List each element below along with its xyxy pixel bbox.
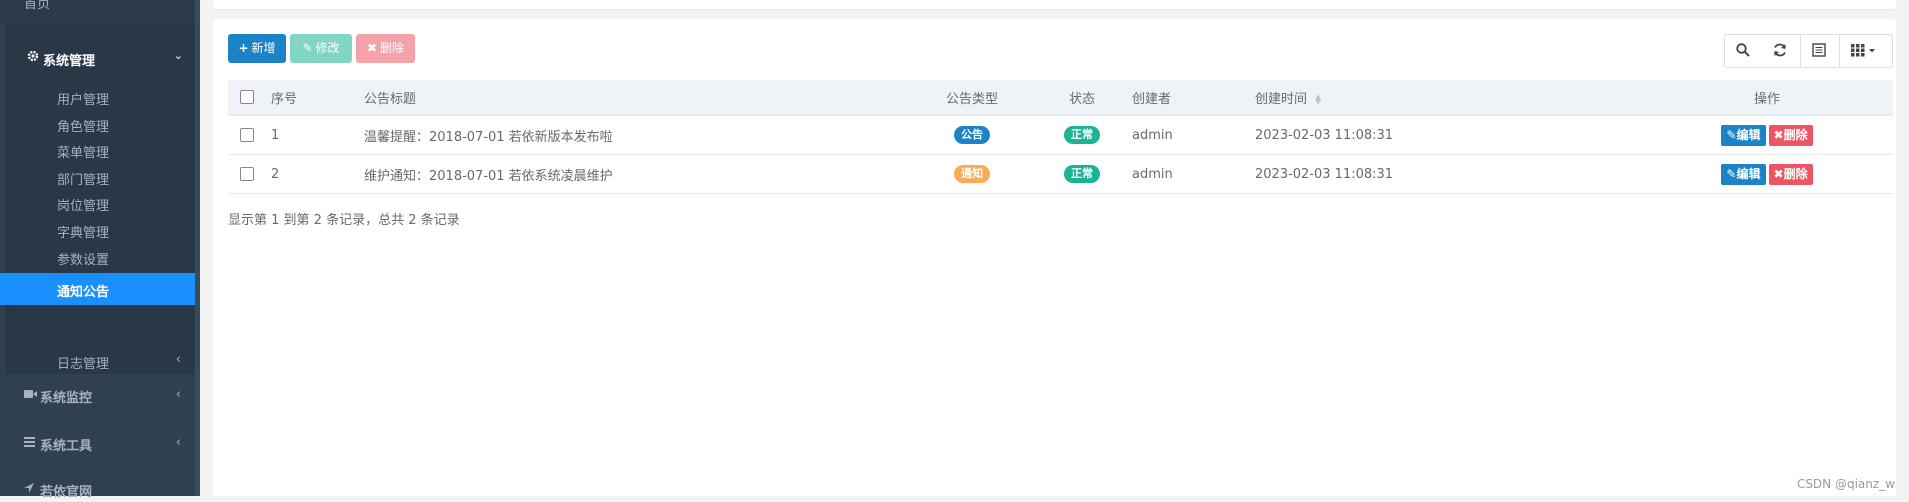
type-badge: 通知 (954, 165, 990, 183)
remove-icon: ✖ (366, 41, 378, 55)
delete-button-label: 删除 (380, 41, 405, 55)
sidebar-item-label: 参数设置 (57, 253, 110, 268)
add-button[interactable]: + 新增 (228, 34, 286, 63)
row-edit-button[interactable]: ✎编辑 (1721, 163, 1766, 185)
row-edit-button[interactable]: ✎编辑 (1721, 124, 1766, 146)
sidebar-item-logs[interactable]: 日志管理 ‹ (5, 345, 195, 373)
sidebar-item-home-label: 首页 (24, 0, 51, 12)
row-checkbox[interactable] (240, 128, 254, 142)
cell-creator: admin (1132, 115, 1255, 155)
notice-table: 序号 公告标题 公告类型 状态 创建者 创建时间 ▲ ▼ 操作 1 温馨提醒：201… (228, 80, 1893, 194)
location-arrow-icon (24, 483, 34, 493)
sidebar: 首页 系统管理 ⌄ 用户管理 角色管理 菜单管理 部门管理 岗位管理 字典管理 … (0, 0, 200, 500)
sidebar-item-system-management[interactable]: 系统管理 ⌄ (5, 46, 195, 70)
cell-index: 2 (271, 154, 364, 194)
sidebar-item-tools[interactable]: 系统工具 ‹ (0, 432, 195, 456)
select-all-checkbox[interactable] (240, 90, 254, 104)
grid-icon (1851, 44, 1875, 57)
row-delete-label: 删除 (1783, 127, 1808, 142)
sidebar-item-label: 部门管理 (57, 173, 110, 188)
cell-title: 温馨提醒：2018-07-01 若依新版本发布啦 (364, 115, 912, 155)
sidebar-item-label: 字典管理 (57, 226, 110, 241)
column-header-created[interactable]: 创建时间 ▲ ▼ (1255, 80, 1641, 116)
cell-created: 2023-02-03 11:08:31 (1255, 154, 1641, 194)
sidebar-item-monitor[interactable]: 系统监控 ‹ (0, 384, 195, 408)
sidebar-item-label: 用户管理 (57, 93, 110, 108)
column-header-type[interactable]: 公告类型 (912, 80, 1032, 116)
cell-index: 1 (271, 115, 364, 155)
plus-icon: + (238, 41, 249, 55)
sidebar-item-label: 系统工具 (40, 439, 93, 454)
refresh-icon (1774, 43, 1786, 57)
sidebar-item-label: 系统监控 (40, 391, 93, 406)
type-badge: 公告 (954, 126, 990, 144)
sidebar-item-website[interactable]: 若依官网 (0, 478, 195, 502)
row-delete-button[interactable]: ✖删除 (1768, 163, 1813, 185)
table-header-row: 序号 公告标题 公告类型 状态 创建者 创建时间 ▲ ▼ 操作 (228, 80, 1893, 116)
sidebar-item-label: 通知公告 (57, 285, 110, 300)
columns-button[interactable] (1840, 34, 1893, 68)
edit-button-label: 修改 (315, 41, 340, 55)
toggle-view-button[interactable] (1801, 34, 1840, 68)
column-header-status[interactable]: 状态 (1032, 80, 1132, 116)
remove-icon: ✖ (1773, 127, 1784, 142)
cell-creator: admin (1132, 154, 1255, 194)
sidebar-item-config[interactable]: 参数设置 (5, 241, 195, 273)
column-header-created-label: 创建时间 (1255, 91, 1308, 107)
status-badge: 正常 (1064, 126, 1100, 144)
watermark: CSDN @qianz_w (1796, 477, 1895, 491)
edit-icon: ✎ (302, 41, 313, 55)
chevron-left-icon: ‹ (175, 387, 181, 402)
column-header-title[interactable]: 公告标题 (364, 80, 912, 116)
search-icon (1736, 43, 1750, 57)
cell-title: 维护通知：2018-07-01 若依系统凌晨维护 (364, 154, 912, 194)
search-toggle-button[interactable] (1724, 34, 1764, 68)
caret-down-icon (1869, 49, 1875, 53)
sidebar-group-system: 系统管理 ⌄ 用户管理 角色管理 菜单管理 部门管理 岗位管理 字典管理 参数设… (0, 24, 195, 374)
video-camera-icon (24, 390, 37, 398)
sort-icon[interactable]: ▲ ▼ (1315, 93, 1321, 106)
delete-button[interactable]: ✖ 删除 (356, 34, 415, 63)
add-button-label: 新增 (251, 41, 276, 55)
remove-icon: ✖ (1773, 166, 1784, 181)
sidebar-item-label: 角色管理 (57, 120, 110, 135)
sidebar-item-label: 日志管理 (57, 357, 110, 372)
chevron-left-icon: ‹ (175, 435, 181, 450)
sidebar-item-notice[interactable]: 通知公告 (0, 273, 195, 305)
table-row[interactable]: 1 温馨提醒：2018-07-01 若依新版本发布啦 公告 正常 admin 2… (228, 115, 1893, 155)
column-header-actions: 操作 (1641, 80, 1893, 116)
row-edit-label: 编辑 (1736, 166, 1761, 181)
column-header-creator[interactable]: 创建者 (1132, 80, 1255, 116)
row-delete-button[interactable]: ✖删除 (1768, 124, 1813, 146)
sidebar-edge (195, 0, 200, 496)
pagination-info: 显示第 1 到第 2 条记录，总共 2 条记录 (228, 213, 460, 228)
sidebar-item-label: 若依官网 (40, 485, 93, 500)
row-checkbox[interactable] (240, 167, 254, 181)
sidebar-item-home[interactable]: 首页 (0, 0, 195, 24)
edit-icon: ✎ (1726, 127, 1737, 142)
gear-icon (27, 50, 39, 62)
column-header-index[interactable]: 序号 (271, 80, 364, 116)
status-badge: 正常 (1064, 165, 1100, 183)
row-edit-label: 编辑 (1736, 127, 1761, 142)
chevron-down-icon: ⌄ (173, 49, 183, 62)
list-alt-icon (1812, 43, 1826, 57)
sidebar-item-label: 岗位管理 (57, 199, 110, 214)
notice-table-panel: + 新增 ✎ 修改 ✖ 删除 序号 公告标题 公告类型 状态 创建者 创建时间 ▲ ▼ (213, 19, 1896, 496)
sidebar-item-label: 菜单管理 (57, 146, 110, 161)
refresh-button[interactable] (1762, 34, 1801, 68)
table-row[interactable]: 2 维护通知：2018-07-01 若依系统凌晨维护 通知 正常 admin 2… (228, 154, 1893, 194)
chevron-left-icon: ‹ (175, 352, 181, 367)
edit-button[interactable]: ✎ 修改 (290, 34, 352, 63)
bars-icon (24, 437, 35, 447)
sidebar-item-system-label: 系统管理 (43, 54, 96, 69)
edit-icon: ✎ (1726, 166, 1737, 181)
row-delete-label: 删除 (1783, 166, 1808, 181)
search-panel-strip (213, 0, 1896, 9)
cell-created: 2023-02-03 11:08:31 (1255, 115, 1641, 155)
select-all-cell (228, 80, 271, 116)
